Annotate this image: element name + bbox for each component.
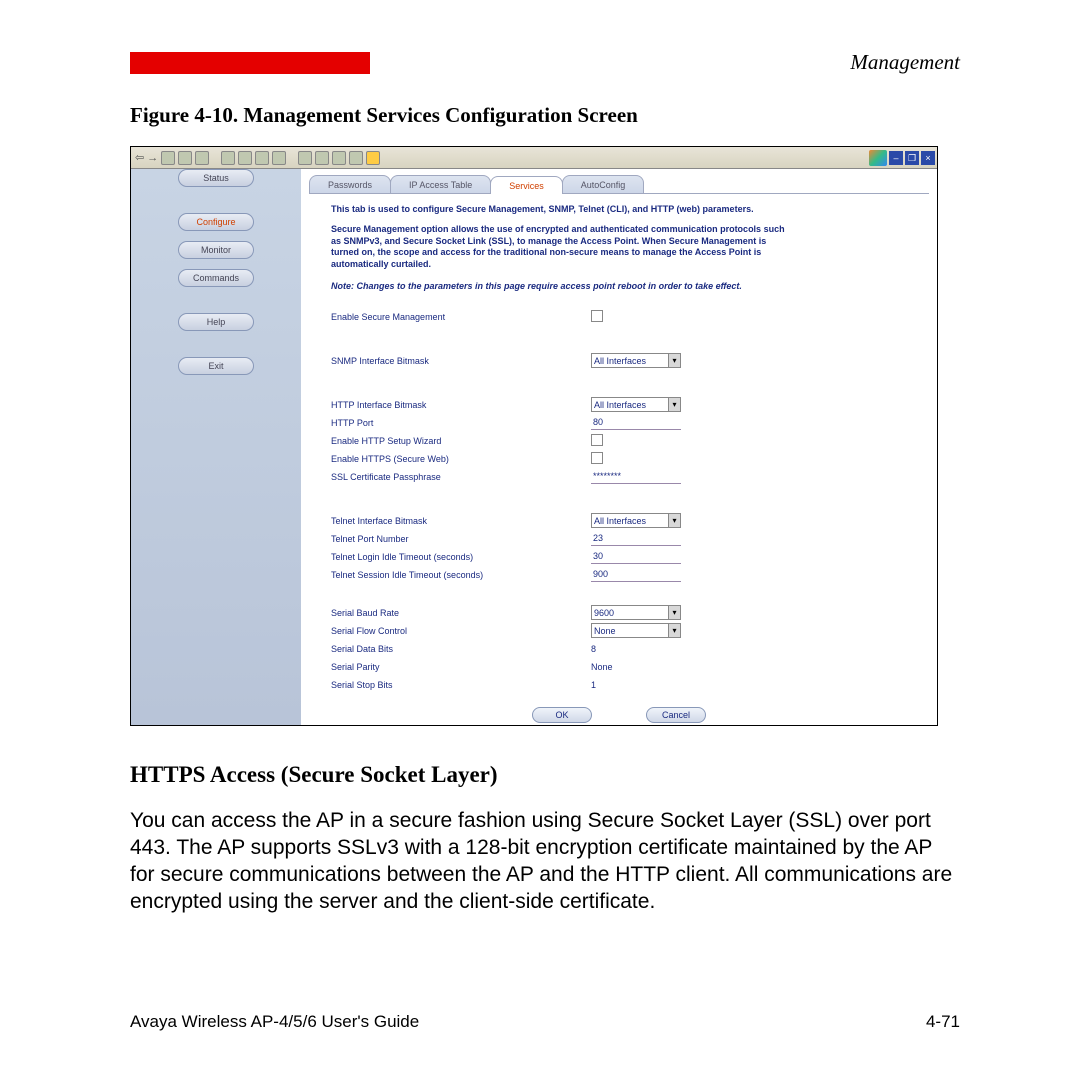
sidebar-item-configure[interactable]: Configure [178,213,254,231]
sidebar-label: Commands [193,273,239,283]
main-panel: Passwords IP Access Table Services AutoC… [301,169,937,725]
select-value: All Interfaces [594,356,646,366]
input-telnet-login-timeout[interactable]: 30 [591,550,681,564]
close-icon[interactable]: × [921,151,935,165]
tab-label: Services [509,181,544,191]
intro-paragraph: Secure Management option allows the use … [331,224,791,271]
label-telnet-session-timeout: Telnet Session Idle Timeout (seconds) [331,570,591,580]
home-icon[interactable] [195,151,209,165]
sidebar-label: Exit [208,361,223,371]
label-serial-parity: Serial Parity [331,662,591,672]
checkbox-https[interactable] [591,452,603,464]
label-serial-flow: Serial Flow Control [331,626,591,636]
norton-icon[interactable] [366,151,380,165]
fav-icon[interactable] [238,151,252,165]
minimize-icon[interactable]: – [889,151,903,165]
label-serial-data-bits: Serial Data Bits [331,644,591,654]
tab-passwords[interactable]: Passwords [309,175,391,193]
footer-right: 4-71 [926,1012,960,1032]
restore-icon[interactable]: ❐ [905,151,919,165]
select-value: None [594,626,616,636]
edit-icon[interactable] [315,151,329,165]
sidebar-nav: Status Configure Monitor Commands Help E… [131,169,301,725]
tab-ip-access-table[interactable]: IP Access Table [390,175,491,193]
history-icon[interactable] [255,151,269,165]
input-telnet-session-timeout[interactable]: 900 [591,568,681,582]
select-serial-flow[interactable]: None ▾ [591,623,681,638]
label-serial-baud: Serial Baud Rate [331,608,591,618]
word-icon[interactable] [349,151,363,165]
chevron-down-icon: ▾ [668,354,680,367]
tab-services[interactable]: Services [490,176,563,194]
sidebar-item-commands[interactable]: Commands [178,269,254,287]
value-serial-data-bits: 8 [591,644,596,654]
select-value: 9600 [594,608,614,618]
mail-icon[interactable] [272,151,286,165]
select-snmp-bitmask[interactable]: All Interfaces ▾ [591,353,681,368]
sidebar-label: Help [207,317,226,327]
print-icon[interactable] [298,151,312,165]
chevron-down-icon: ▾ [668,398,680,411]
label-http-port: HTTP Port [331,418,591,428]
brand-bar [130,52,370,74]
tab-label: Passwords [328,180,372,190]
select-value: All Interfaces [594,400,646,410]
browser-toolbar: ⇦ → – ❐ × [131,147,937,169]
misc-icon[interactable] [332,151,346,165]
label-https: Enable HTTPS (Secure Web) [331,454,591,464]
windows-flag-icon [869,150,887,166]
checkbox-http-wizard[interactable] [591,434,603,446]
input-ssl-pass[interactable]: ******** [591,470,681,484]
cancel-button[interactable]: Cancel [646,707,706,723]
select-value: All Interfaces [594,516,646,526]
sidebar-label: Status [203,173,229,183]
chevron-down-icon: ▾ [668,514,680,527]
label-telnet-login-timeout: Telnet Login Idle Timeout (seconds) [331,552,591,562]
label-http-wizard: Enable HTTP Setup Wizard [331,436,591,446]
sidebar-label: Monitor [201,245,231,255]
body-paragraph: You can access the AP in a secure fashio… [130,808,960,916]
input-telnet-port[interactable]: 23 [591,532,681,546]
ok-button[interactable]: OK [532,707,592,723]
tab-autoconfig[interactable]: AutoConfig [562,175,645,193]
value-serial-parity: None [591,662,613,672]
stop-icon[interactable] [161,151,175,165]
figure-caption: Figure 4-10. Management Services Configu… [130,103,960,128]
tab-label: AutoConfig [581,180,626,190]
back-icon[interactable]: ⇦ [135,151,144,164]
select-telnet-bitmask[interactable]: All Interfaces ▾ [591,513,681,528]
refresh-icon[interactable] [178,151,192,165]
label-enable-secure-mgmt: Enable Secure Management [331,312,591,322]
label-serial-stop-bits: Serial Stop Bits [331,680,591,690]
label-http-bitmask: HTTP Interface Bitmask [331,400,591,410]
sidebar-item-exit[interactable]: Exit [178,357,254,375]
label-telnet-bitmask: Telnet Interface Bitmask [331,516,591,526]
checkbox-enable-secure-mgmt[interactable] [591,310,603,322]
section-header: Management [850,50,960,75]
label-telnet-port: Telnet Port Number [331,534,591,544]
sidebar-item-help[interactable]: Help [178,313,254,331]
chevron-down-icon: ▾ [668,624,680,637]
fwd-icon[interactable]: → [147,152,158,164]
section-heading: HTTPS Access (Secure Socket Layer) [130,762,960,788]
sidebar-label: Configure [196,217,235,227]
intro-line: This tab is used to configure Secure Man… [331,204,907,214]
sidebar-item-monitor[interactable]: Monitor [178,241,254,259]
select-serial-baud[interactable]: 9600 ▾ [591,605,681,620]
tab-label: IP Access Table [409,180,472,190]
value-serial-stop-bits: 1 [591,680,596,690]
label-snmp-bitmask: SNMP Interface Bitmask [331,356,591,366]
footer-left: Avaya Wireless AP-4/5/6 User's Guide [130,1012,419,1032]
intro-note: Note: Changes to the parameters in this … [331,281,907,291]
config-screenshot: ⇦ → – ❐ × [130,146,938,726]
chevron-down-icon: ▾ [668,606,680,619]
input-http-port[interactable]: 80 [591,416,681,430]
search-icon[interactable] [221,151,235,165]
tab-strip: Passwords IP Access Table Services AutoC… [309,175,937,193]
select-http-bitmask[interactable]: All Interfaces ▾ [591,397,681,412]
label-ssl-pass: SSL Certificate Passphrase [331,472,591,482]
sidebar-item-status[interactable]: Status [178,169,254,187]
